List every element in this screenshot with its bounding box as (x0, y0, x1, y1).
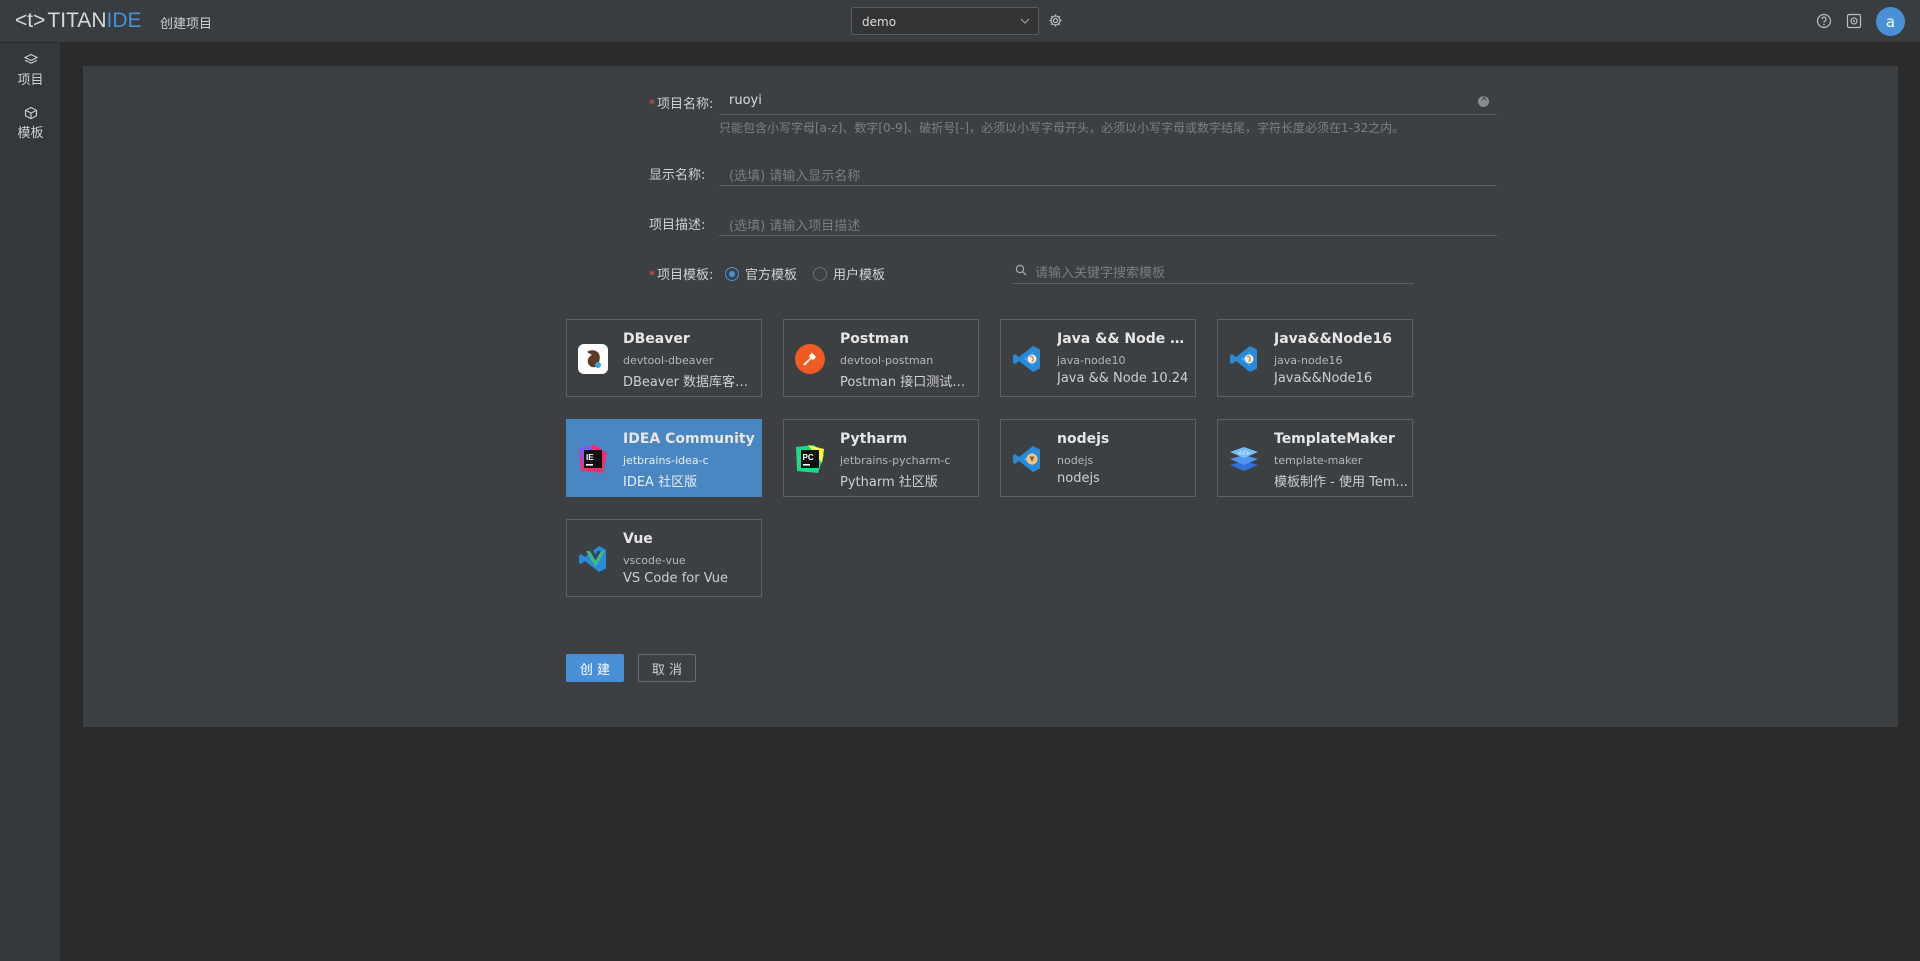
template-slug: jetbrains-idea-c (623, 454, 709, 467)
template-label: * 项目模板: (649, 264, 713, 283)
project-name-label: * 项目名称: (649, 93, 713, 112)
required-mark: * (649, 268, 655, 282)
project-name-hint: 只能包含小写字母[a-z]、数字[0-9]、破折号[-]，必须以小写字母开头，必… (719, 121, 1405, 135)
description-label: 项目描述: (649, 218, 706, 233)
top-bar: <t> TITAN IDE 创建项目 demo a (0, 0, 1920, 43)
radio-user[interactable] (813, 266, 827, 281)
search-icon (1015, 264, 1027, 276)
template-desc: nodejs (1057, 471, 1100, 486)
template-card-java-node10[interactable]: Java && Node 10... java-node10 Java && N… (1000, 319, 1196, 397)
template-card-java-node16[interactable]: Java&&Node16 java-node16 Java&&Node16 (1217, 319, 1413, 397)
template-desc: Postman 接口测试工具 (840, 375, 974, 390)
template-search-placeholder: 请输入关键字搜索模板 (1035, 266, 1166, 281)
sidebar-item-label: 项目 (17, 73, 44, 88)
template-slug: java-node16 (1274, 354, 1343, 367)
chevron-down-icon (1020, 18, 1030, 24)
description-placeholder: (选填) 请输入项目描述 (729, 219, 861, 234)
create-project-panel: *项目名称: ruoyi 只能包含小写字母[a-z]、数字[0-9]、破折号[-… (83, 66, 1898, 727)
template-card-postman[interactable]: Postman devtool-postman Postman 接口测试工具 (783, 319, 979, 397)
vscode-java-icon (1230, 346, 1257, 372)
create-button[interactable]: 创 建 (566, 654, 624, 682)
template-title: Pytharm (840, 431, 908, 447)
titanide-logo[interactable]: <t> TITAN IDE (15, 9, 142, 33)
template-title: nodejs (1057, 431, 1110, 447)
template-search-input[interactable]: 请输入关键字搜索模板 (1013, 258, 1414, 284)
settings-panel-icon[interactable] (1846, 13, 1862, 29)
project-name-input[interactable]: ruoyi (719, 89, 1497, 115)
template-card-template-maker[interactable]: </> TemplateMaker template-maker 模板制作 - … (1217, 419, 1413, 497)
sidebar-item-label: 模板 (17, 126, 44, 141)
sidebar-item-templates[interactable]: 模板 (0, 106, 61, 150)
workspace-select[interactable]: demo (851, 7, 1039, 35)
template-card-idea-community[interactable]: IE IDEA Community jetbrains-idea-c IDEA … (566, 419, 762, 497)
template-title: IDEA Community (623, 431, 755, 447)
dbeaver-icon (578, 344, 608, 374)
sidebar-item-projects[interactable]: 项目 (0, 53, 61, 97)
logo-bracket: <t> (15, 9, 46, 32)
template-title: Postman (840, 331, 909, 347)
layers-icon (23, 53, 38, 64)
template-desc: IDEA 社区版 (623, 475, 698, 490)
template-slug: vscode-vue (623, 554, 686, 567)
template-slug: devtool-postman (840, 354, 934, 367)
template-slug: nodejs (1057, 454, 1094, 467)
template-slug: devtool-dbeaver (623, 354, 714, 367)
template-card-dbeaver[interactable]: DBeaver devtool-dbeaver DBeaver 数据库客户端 (566, 319, 762, 397)
radio-official-templates[interactable]: 官方模板 (725, 264, 797, 283)
display-name-input[interactable]: (选填) 请输入显示名称 (719, 160, 1497, 186)
help-icon[interactable] (1816, 13, 1832, 29)
logo-titan: TITAN (47, 9, 107, 32)
template-desc: Java&&Node16 (1274, 371, 1373, 386)
vue-icon (579, 546, 606, 572)
template-slug: java-node10 (1057, 354, 1126, 367)
template-card-vue[interactable]: Vue vscode-vue VS Code for Vue (566, 519, 762, 597)
logo-ide: IDE (106, 9, 142, 32)
idea-icon: IE (579, 445, 607, 473)
svg-text:IE: IE (586, 453, 594, 462)
cancel-button[interactable]: 取 消 (638, 654, 696, 682)
svg-text:</>: </> (1239, 450, 1250, 457)
display-name-label: 显示名称: (649, 168, 706, 183)
template-desc: Java && Node 10.24 (1057, 371, 1189, 386)
template-slug: jetbrains-pycharm-c (840, 454, 951, 467)
radio-user-label: 用户模板 (833, 268, 886, 283)
avatar[interactable]: a (1876, 7, 1905, 36)
template-maker-icon: </> (1230, 447, 1258, 471)
template-desc: 模板制作 - 使用 Tem... (1274, 475, 1408, 490)
display-name-placeholder: (选填) 请输入显示名称 (729, 169, 861, 184)
template-desc: VS Code for Vue (623, 571, 728, 586)
template-label-text: 项目模板: (657, 268, 714, 283)
template-desc: Pytharm 社区版 (840, 475, 938, 490)
description-input[interactable]: (选填) 请输入项目描述 (719, 210, 1497, 236)
vscode-java-icon (1013, 346, 1040, 372)
radio-official[interactable] (725, 266, 739, 281)
project-name-label-text: 项目名称: (657, 97, 714, 112)
page-title: 创建项目 (160, 17, 213, 32)
template-title: TemplateMaker (1274, 431, 1395, 447)
template-title: Java && Node 10... (1057, 331, 1189, 347)
workspace-select-value: demo (862, 15, 897, 29)
postman-icon (795, 344, 825, 374)
template-title: DBeaver (623, 331, 690, 347)
required-mark: * (649, 97, 655, 111)
template-slug: template-maker (1274, 454, 1363, 467)
vscode-node-icon (1013, 446, 1040, 472)
clear-icon[interactable] (1478, 93, 1489, 107)
pycharm-icon: PC (796, 445, 824, 473)
template-desc: DBeaver 数据库客户端 (623, 375, 757, 390)
radio-official-label: 官方模板 (745, 268, 798, 283)
template-title: Vue (623, 531, 653, 547)
template-title: Java&&Node16 (1274, 331, 1392, 347)
radio-user-templates[interactable]: 用户模板 (813, 264, 885, 283)
cube-icon (24, 106, 37, 120)
project-name-value: ruoyi (729, 93, 762, 108)
template-card-nodejs[interactable]: nodejs nodejs nodejs (1000, 419, 1196, 497)
sidebar: 项目 模板 (0, 43, 61, 961)
svg-text:PC: PC (803, 453, 814, 462)
template-card-pycharm[interactable]: PC Pytharm jetbrains-pycharm-c Pytharm 社… (783, 419, 979, 497)
gear-icon[interactable] (1048, 13, 1063, 28)
